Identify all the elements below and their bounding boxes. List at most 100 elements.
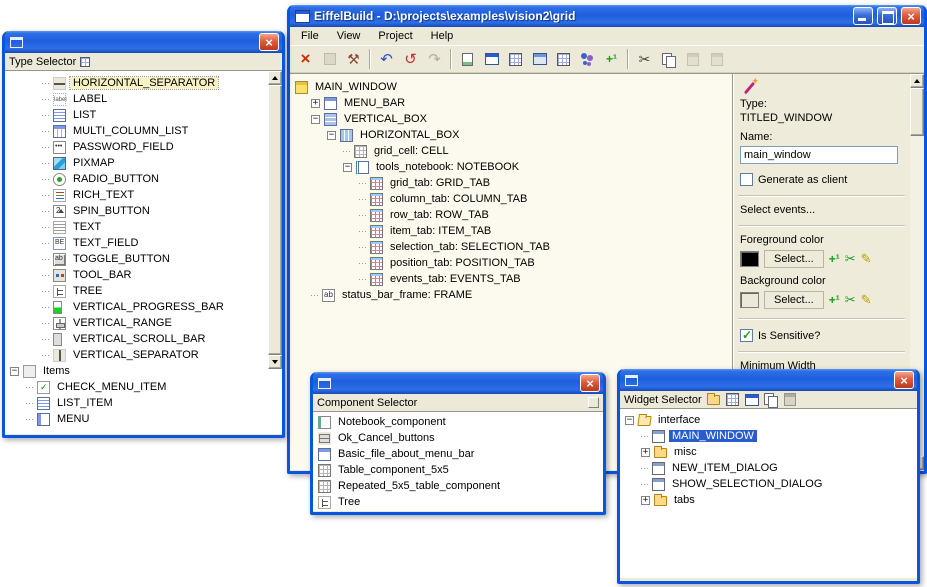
bg-modify-icon[interactable]: ✂ xyxy=(845,292,856,308)
tree-row-vertical-scroll-bar[interactable]: VERTICAL_SCROLL_BAR xyxy=(5,331,282,347)
magic-wand-icon[interactable] xyxy=(742,80,758,96)
preview-window-button[interactable] xyxy=(480,48,503,70)
minimize-button[interactable] xyxy=(853,7,873,25)
close-button[interactable]: × xyxy=(901,7,921,25)
foreground-select-button[interactable]: Select... xyxy=(764,250,824,268)
undo-button[interactable]: ↶ xyxy=(375,48,398,70)
new-item-button[interactable] xyxy=(725,392,741,407)
tree-row-pixmap[interactable]: PIXMAP xyxy=(5,155,282,171)
expand-toggle[interactable]: + xyxy=(641,496,650,505)
new-folder-button[interactable] xyxy=(706,392,722,407)
title-bar[interactable]: × xyxy=(5,31,282,53)
show-widget-button[interactable] xyxy=(744,392,760,407)
close-button[interactable]: × xyxy=(894,371,914,389)
bg-edit-icon[interactable]: ✎ xyxy=(861,292,872,308)
tree-row-label[interactable]: LABEL xyxy=(5,91,282,107)
tree-row-toggle-button[interactable]: TOGGLE_BUTTON xyxy=(5,251,282,267)
menu-view[interactable]: View xyxy=(328,28,370,44)
tree-row-events-tab-events-tab[interactable]: events_tab: EVENTS_TAB xyxy=(290,271,732,287)
background-select-button[interactable]: Select... xyxy=(764,291,824,309)
tree-row-main-window[interactable]: MAIN_WINDOW xyxy=(290,79,732,95)
tree-row-password-field[interactable]: PASSWORD_FIELD xyxy=(5,139,282,155)
tree-row-selection-tab-selection-tab[interactable]: selection_tab: SELECTION_TAB xyxy=(290,239,732,255)
redo-button[interactable]: ↷ xyxy=(423,48,446,70)
tree-row-vertical-progress-bar[interactable]: VERTICAL_PROGRESS_BAR xyxy=(5,299,282,315)
tree-row-tool-bar[interactable]: TOOL_BAR xyxy=(5,267,282,283)
scroll-up-button[interactable] xyxy=(268,71,282,85)
generate-as-client-checkbox[interactable] xyxy=(740,173,753,186)
tree-row-vertical-box[interactable]: −VERTICAL_BOX xyxy=(290,111,732,127)
tree-row-grid-cell-cell[interactable]: grid_cell: CELL xyxy=(290,143,732,159)
expand-toggle[interactable]: + xyxy=(641,448,650,457)
close-button[interactable]: × xyxy=(259,33,279,51)
expand-toggle[interactable]: + xyxy=(311,99,320,108)
collapse-toggle[interactable]: − xyxy=(10,367,19,376)
tree-row-rich-text[interactable]: RICH_TEXT xyxy=(5,187,282,203)
tree-row-column-tab-column-tab[interactable]: column_tab: COLUMN_TAB xyxy=(290,191,732,207)
grid-view-button[interactable] xyxy=(504,48,527,70)
tree-row-tabs[interactable]: +tabs xyxy=(620,492,917,508)
scroll-down-button[interactable] xyxy=(268,355,282,369)
close-button[interactable]: × xyxy=(580,374,600,392)
tree-row-multi-column-list[interactable]: MULTI_COLUMN_LIST xyxy=(5,123,282,139)
add-constant-button[interactable]: +¹ xyxy=(600,48,623,70)
menu-help[interactable]: Help xyxy=(422,28,463,44)
menu-file[interactable]: File xyxy=(292,28,328,44)
tree-row-basic-file-about-menu-bar[interactable]: Basic_file_about_menu_bar xyxy=(313,446,603,462)
scrollbar-thumb[interactable] xyxy=(268,85,282,355)
title-bar[interactable]: × xyxy=(313,372,603,394)
tree-row-list-item[interactable]: LIST_ITEM xyxy=(5,395,282,411)
fg-add-constant-icon[interactable]: +¹ xyxy=(829,252,840,266)
copy-widget-button[interactable] xyxy=(763,392,779,407)
paste-button[interactable] xyxy=(681,48,704,70)
paste-special-button[interactable] xyxy=(705,48,728,70)
tree-row-tools-notebook-notebook[interactable]: −tools_notebook: NOTEBOOK xyxy=(290,159,732,175)
tree-row-radio-button[interactable]: RADIO_BUTTON xyxy=(5,171,282,187)
tree-row-repeated-5x5-table-component[interactable]: Repeated_5x5_table_component xyxy=(313,478,603,494)
tree-row-text-field[interactable]: TEXT_FIELD xyxy=(5,235,282,251)
tree-row-tree[interactable]: Tree xyxy=(313,494,603,510)
collapse-toggle[interactable]: − xyxy=(311,115,320,124)
reset-button[interactable]: ↺ xyxy=(399,48,422,70)
tree-row-vertical-range[interactable]: VERTICAL_RANGE xyxy=(5,315,282,331)
tree-row-horizontal-box[interactable]: −HORIZONTAL_BOX xyxy=(290,127,732,143)
tree-row-text[interactable]: TEXT xyxy=(5,219,282,235)
tree-row-status-bar-frame-frame[interactable]: status_bar_frame: FRAME xyxy=(290,287,732,303)
is-sensitive-checkbox[interactable] xyxy=(740,329,753,342)
tree-row-grid-tab-grid-tab[interactable]: grid_tab: GRID_TAB xyxy=(290,175,732,191)
tree-row-vertical-separator[interactable]: VERTICAL_SEPARATOR xyxy=(5,347,282,363)
tree-row-menu-bar[interactable]: +MENU_BAR xyxy=(290,95,732,111)
select-events-button[interactable]: Select events... xyxy=(740,204,903,216)
tree-row-spin-button[interactable]: SPIN_BUTTON xyxy=(5,203,282,219)
rollup-button[interactable] xyxy=(588,397,599,408)
table-view-button[interactable] xyxy=(552,48,575,70)
cut-button[interactable]: ✂ xyxy=(633,48,656,70)
copy-button[interactable] xyxy=(657,48,680,70)
maximize-button[interactable] xyxy=(877,7,897,25)
tree-row-ok-cancel-buttons[interactable]: Ok_Cancel_buttons xyxy=(313,430,603,446)
tree-row-new-item-dialog[interactable]: NEW_ITEM_DIALOG xyxy=(620,460,917,476)
fg-edit-icon[interactable]: ✎ xyxy=(861,251,872,267)
collapse-toggle[interactable]: − xyxy=(327,131,336,140)
tree-row-show-selection-dialog[interactable]: SHOW_SELECTION_DIALOG xyxy=(620,476,917,492)
paste-widget-button[interactable] xyxy=(782,392,798,407)
save-button[interactable] xyxy=(318,48,341,70)
collapse-toggle[interactable]: − xyxy=(625,416,634,425)
fg-modify-icon[interactable]: ✂ xyxy=(845,251,856,267)
bg-add-constant-icon[interactable]: +¹ xyxy=(829,293,840,307)
name-input[interactable] xyxy=(740,146,898,164)
tree-row-list[interactable]: LIST xyxy=(5,107,282,123)
collapse-toggle[interactable]: − xyxy=(343,163,352,172)
tree-row-items[interactable]: −Items xyxy=(5,363,282,379)
scroll-up-button[interactable] xyxy=(910,74,924,88)
titled-window-view-button[interactable] xyxy=(528,48,551,70)
tree-row-interface[interactable]: −interface xyxy=(620,412,917,428)
tree-row-row-tab-row-tab[interactable]: row_tab: ROW_TAB xyxy=(290,207,732,223)
foreground-color-swatch[interactable] xyxy=(740,251,759,267)
tree-row-item-tab-item-tab[interactable]: item_tab: ITEM_TAB xyxy=(290,223,732,239)
tree-row-main-window[interactable]: MAIN_WINDOW xyxy=(620,428,917,444)
object-editor-button[interactable] xyxy=(576,48,599,70)
title-bar[interactable]: EiffelBuild - D:\projects\examples\visio… xyxy=(290,5,924,27)
tree-row-menu[interactable]: MENU xyxy=(5,411,282,427)
tree-row-position-tab-position-tab[interactable]: position_tab: POSITION_TAB xyxy=(290,255,732,271)
